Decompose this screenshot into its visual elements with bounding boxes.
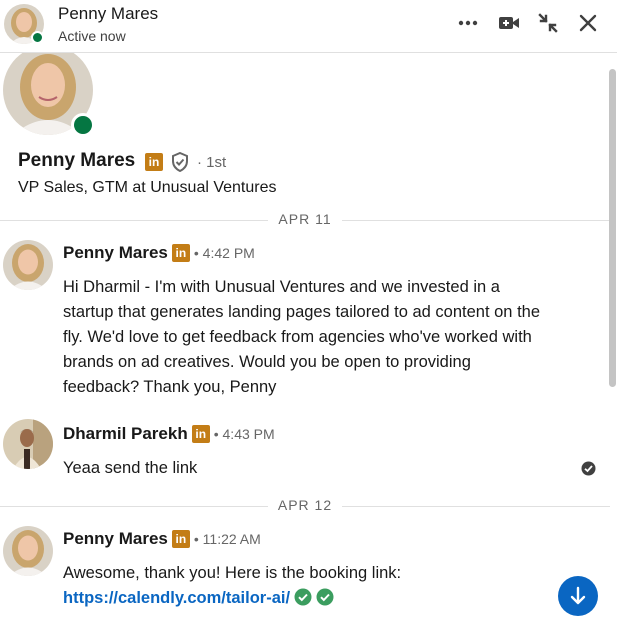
message-text-prefix: Awesome, thank you! Here is the booking … <box>63 564 402 582</box>
date-divider: APR 12 <box>0 496 610 516</box>
message-text: Hi Dharmil - I'm with Unusual Ventures a… <box>63 278 541 396</box>
minimize-icon <box>538 13 558 33</box>
message-header: Penny Mares in • 11:22 AM <box>63 529 261 549</box>
active-status: Active now <box>58 28 126 44</box>
sender-name[interactable]: Penny Mares <box>63 529 168 549</box>
premium-badge-icon: in <box>171 530 190 548</box>
header-avatar[interactable] <box>4 4 44 44</box>
premium-badge-icon: in <box>171 244 190 262</box>
message-list[interactable]: Penny Mares in · 1st VP Sales, GTM at Un… <box>0 53 617 630</box>
sender-avatar[interactable] <box>3 526 53 576</box>
sender-name[interactable]: Dharmil Parekh <box>63 424 188 444</box>
message-header: Dharmil Parekh in • 4:43 PM <box>63 424 275 444</box>
verified-check-icon <box>316 588 334 606</box>
message-time: • 11:22 AM <box>193 531 261 547</box>
chat-header: Penny Mares Active now <box>0 0 617 53</box>
profile-name[interactable]: Penny Mares <box>18 150 135 172</box>
connection-degree: · 1st <box>197 153 227 171</box>
more-icon <box>458 20 478 26</box>
online-status-dot <box>71 113 95 137</box>
more-options-button[interactable] <box>455 10 481 36</box>
date-label: APR 12 <box>267 497 343 513</box>
date-divider: APR 11 <box>0 210 610 230</box>
message-text: Yeaa send the link <box>63 459 198 477</box>
read-receipt-icon <box>581 461 596 476</box>
message-text: Awesome, thank you! Here is the booking … <box>63 561 423 611</box>
verified-check-icon <box>294 588 312 606</box>
scroll-to-bottom-button[interactable] <box>558 576 598 616</box>
profile-headline: VP Sales, GTM at Unusual Ventures <box>18 179 277 196</box>
sender-name[interactable]: Penny Mares <box>63 243 168 263</box>
profile-avatar[interactable] <box>3 53 95 137</box>
avatar <box>3 526 53 576</box>
video-call-button[interactable] <box>496 10 522 36</box>
shield-icon <box>172 152 188 172</box>
header-name[interactable]: Penny Mares <box>58 4 158 24</box>
premium-badge-icon: in <box>191 425 210 443</box>
close-icon <box>579 14 597 32</box>
message-time: • 4:42 PM <box>193 245 255 261</box>
minimize-button[interactable] <box>535 10 561 36</box>
message-time: • 4:43 PM <box>213 426 275 442</box>
video-call-icon <box>499 17 519 29</box>
avatar <box>3 240 53 290</box>
date-label: APR 11 <box>268 211 342 227</box>
premium-badge-icon: in <box>145 153 163 171</box>
sender-avatar[interactable] <box>3 240 53 290</box>
sender-avatar[interactable] <box>3 419 53 469</box>
close-button[interactable] <box>575 10 601 36</box>
scrollbar[interactable] <box>607 53 617 630</box>
arrow-down-icon <box>570 586 586 605</box>
profile-badges: in · 1st <box>145 152 226 172</box>
message-link[interactable]: https://calendly.com/tailor-ai/ <box>63 589 290 607</box>
online-status-dot <box>31 31 44 44</box>
message-header: Penny Mares in • 4:42 PM <box>63 243 255 263</box>
scrollbar-thumb[interactable] <box>609 69 616 387</box>
avatar <box>3 419 53 469</box>
